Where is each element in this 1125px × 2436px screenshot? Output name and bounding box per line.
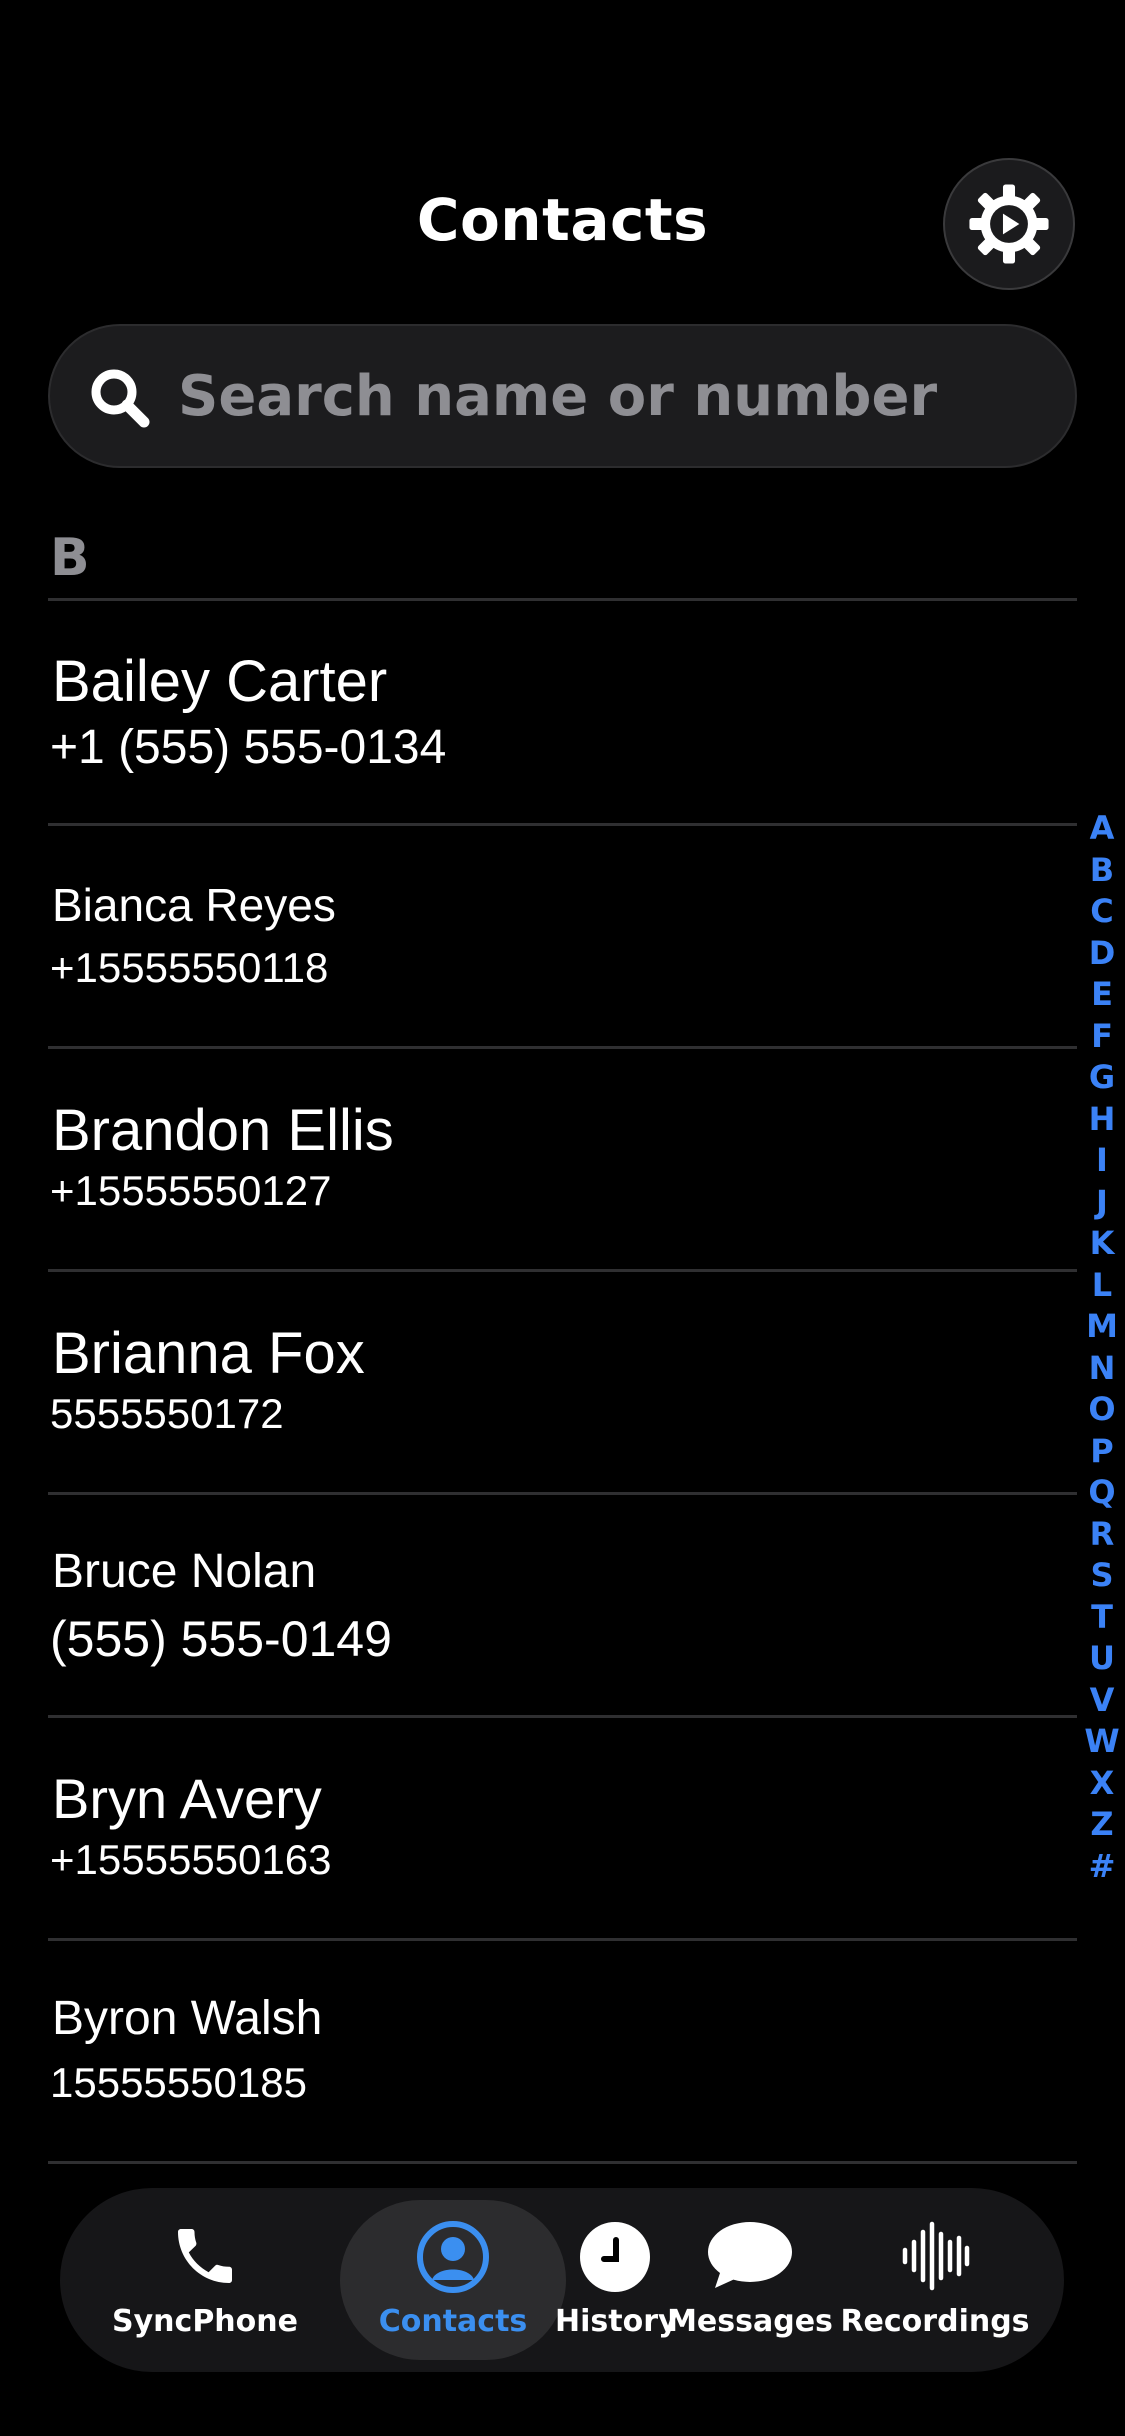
section-header: B: [50, 528, 90, 588]
index-letter[interactable]: M: [1082, 1306, 1122, 1348]
index-letter[interactable]: R: [1082, 1514, 1122, 1556]
contact-row[interactable]: Byron Walsh 15555550185: [48, 1941, 1077, 2161]
contact-phone: +15555550118: [50, 944, 329, 991]
index-letter[interactable]: #: [1082, 1846, 1122, 1888]
waveform-icon: [902, 2221, 970, 2291]
alphabet-index[interactable]: A B C D E F G H I J K L M N O P Q R S T U V W X Z #: [1082, 808, 1122, 1887]
index-letter[interactable]: L: [1082, 1265, 1122, 1307]
index-letter[interactable]: Z: [1082, 1804, 1122, 1846]
contact-phone: 15555550185: [50, 2059, 307, 2106]
index-letter[interactable]: E: [1082, 974, 1122, 1016]
index-letter[interactable]: P: [1082, 1431, 1122, 1473]
index-letter[interactable]: K: [1082, 1223, 1122, 1265]
settings-button[interactable]: [943, 158, 1075, 290]
tab-label: Messages: [667, 2304, 833, 2339]
contact-name: Brandon Ellis: [52, 1098, 394, 1163]
index-letter[interactable]: T: [1082, 1597, 1122, 1639]
contact-row[interactable]: Brianna Fox 5555550172: [48, 1272, 1077, 1492]
contact-name: Byron Walsh: [52, 1992, 323, 2045]
index-letter[interactable]: N: [1082, 1348, 1122, 1390]
tab-bar: SyncPhone Contacts History Messages Reco…: [60, 2188, 1064, 2372]
divider: [48, 598, 1077, 601]
tab-label: Contacts: [378, 2304, 528, 2339]
contact-name: Brianna Fox: [52, 1321, 365, 1386]
search-icon: [91, 369, 150, 428]
tab-messages[interactable]: Messages: [650, 2188, 850, 2372]
contact-row[interactable]: Bailey Carter +1 (555) 555-0134: [48, 603, 1077, 823]
index-letter[interactable]: G: [1082, 1057, 1122, 1099]
gear-icon: [969, 184, 1049, 264]
index-letter[interactable]: S: [1082, 1555, 1122, 1597]
index-letter[interactable]: O: [1082, 1389, 1122, 1431]
tab-label: Recordings: [840, 2304, 1030, 2339]
index-letter[interactable]: B: [1082, 850, 1122, 892]
contact-phone: +1 (555) 555-0134: [50, 721, 447, 774]
search-input[interactable]: [178, 326, 1038, 466]
message-bubble-icon: [708, 2222, 792, 2288]
contact-name: Bailey Carter: [52, 649, 388, 714]
tab-syncphone[interactable]: SyncPhone: [110, 2188, 300, 2372]
divider: [48, 2161, 1077, 2164]
clock-icon: [580, 2222, 650, 2292]
contact-row[interactable]: Bryn Avery +15555550163: [48, 1718, 1077, 1938]
tab-contacts[interactable]: Contacts: [355, 2188, 551, 2372]
index-letter[interactable]: Q: [1082, 1472, 1122, 1514]
index-letter[interactable]: J: [1082, 1182, 1122, 1224]
contact-name: Bryn Avery: [52, 1767, 322, 1830]
contact-phone: (555) 555-0149: [50, 1611, 392, 1667]
index-letter[interactable]: H: [1082, 1099, 1122, 1141]
contact-phone: +15555550163: [50, 1836, 332, 1883]
index-letter[interactable]: A: [1082, 808, 1122, 850]
contact-row[interactable]: Brandon Ellis +15555550127: [48, 1049, 1077, 1269]
contact-name: Bruce Nolan: [52, 1545, 317, 1598]
index-letter[interactable]: W: [1082, 1721, 1122, 1763]
index-letter[interactable]: C: [1082, 891, 1122, 933]
index-letter[interactable]: U: [1082, 1638, 1122, 1680]
person-circle-icon: [417, 2221, 489, 2293]
tab-label: SyncPhone: [112, 2304, 298, 2339]
index-letter[interactable]: F: [1082, 1016, 1122, 1058]
index-letter[interactable]: X: [1082, 1763, 1122, 1805]
index-letter[interactable]: V: [1082, 1680, 1122, 1722]
contact-row[interactable]: Bianca Reyes +15555550118: [48, 826, 1077, 1046]
contact-name: Bianca Reyes: [52, 879, 336, 931]
index-letter[interactable]: I: [1082, 1140, 1122, 1182]
search-bar[interactable]: [48, 324, 1077, 468]
contact-phone: 5555550172: [50, 1390, 284, 1437]
contact-row[interactable]: Bruce Nolan (555) 555-0149: [48, 1495, 1077, 1715]
phone-icon: [178, 2229, 232, 2283]
index-letter[interactable]: D: [1082, 933, 1122, 975]
tab-recordings[interactable]: Recordings: [830, 2188, 1040, 2372]
contact-phone: +15555550127: [50, 1167, 332, 1214]
